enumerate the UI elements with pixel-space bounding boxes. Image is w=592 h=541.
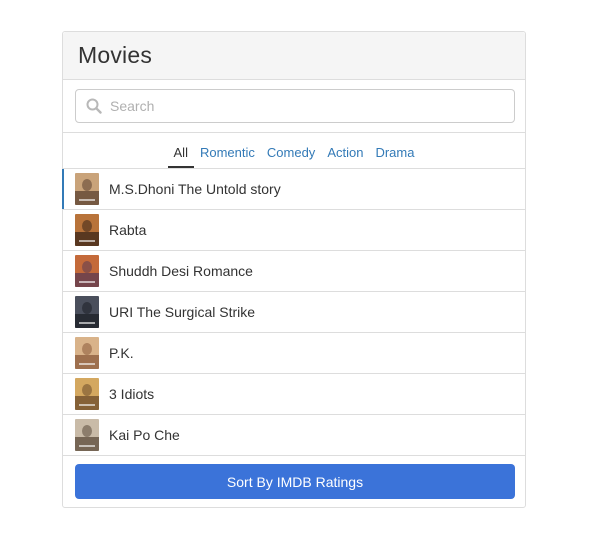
tab-drama[interactable]: Drama: [369, 146, 420, 168]
search-block: [63, 80, 525, 133]
tab-all[interactable]: All: [167, 146, 194, 168]
list-item[interactable]: Rabta: [63, 210, 525, 251]
movie-poster: [75, 296, 99, 328]
list-item[interactable]: P.K.: [63, 333, 525, 374]
movie-name: 3 Idiots: [109, 386, 155, 402]
panel-heading: Movies: [63, 32, 525, 80]
tab-action[interactable]: Action: [321, 146, 369, 168]
list-item[interactable]: Shuddh Desi Romance: [63, 251, 525, 292]
movie-poster: [75, 419, 99, 451]
movie-poster: [75, 214, 99, 246]
list-item[interactable]: URI The Surgical Strike: [63, 292, 525, 333]
tab-comedy[interactable]: Comedy: [261, 146, 321, 168]
movie-poster: [75, 173, 99, 205]
search-box[interactable]: [75, 89, 515, 123]
movie-name: P.K.: [109, 345, 134, 361]
sort-by-imdb-button[interactable]: Sort By IMDB Ratings: [75, 464, 515, 499]
movie-name: M.S.Dhoni The Untold story: [109, 181, 281, 197]
movie-name: Rabta: [109, 222, 147, 238]
page-title: Movies: [78, 42, 153, 68]
movie-name: Shuddh Desi Romance: [109, 263, 253, 279]
list-item[interactable]: 3 Idiots: [63, 374, 525, 415]
list-item[interactable]: Kai Po Che: [63, 415, 525, 456]
movie-name: URI The Surgical Strike: [109, 304, 256, 320]
movie-poster: [75, 378, 99, 410]
panel-footer: Sort By IMDB Ratings: [63, 456, 525, 499]
category-tabs: All Romentic Comedy Action Drama: [63, 133, 525, 169]
movie-poster: [75, 337, 99, 369]
search-input[interactable]: [110, 90, 510, 122]
movies-panel: Movies All Romentic Comedy Action Drama …: [62, 31, 526, 508]
movie-list: M.S.Dhoni The Untold story Rabta Shuddh …: [62, 169, 525, 456]
tab-romentic[interactable]: Romentic: [194, 146, 261, 168]
movie-poster: [75, 255, 99, 287]
list-item[interactable]: M.S.Dhoni The Untold story: [62, 169, 525, 210]
movie-name: Kai Po Che: [109, 427, 180, 443]
search-icon: [86, 98, 102, 114]
